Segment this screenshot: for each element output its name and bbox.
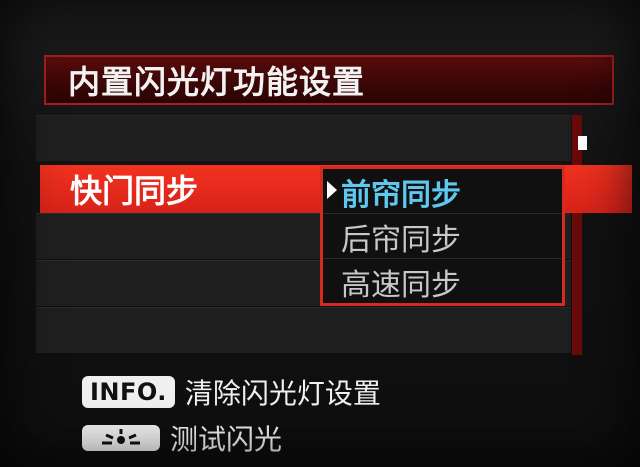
menu-title: 内置闪光灯功能设置 [68, 63, 366, 101]
option-label: 前帘同步 [341, 177, 461, 213]
menu-row-empty [36, 307, 571, 353]
help-info-row: INFO. 清除闪光灯设置 [82, 372, 381, 412]
help-info-text: 清除闪光灯设置 [184, 377, 381, 410]
scrollbar-thumb[interactable] [578, 136, 587, 150]
help-flash-row: 测试闪光 [82, 418, 282, 458]
info-button-icon: INFO. [82, 376, 175, 408]
menu-row-empty [36, 115, 571, 161]
option-label: 高速同步 [341, 267, 461, 303]
help-flash-text: 测试闪光 [170, 423, 283, 456]
option-rear-curtain-sync[interactable]: 后帘同步 [323, 214, 562, 259]
option-label: 后帘同步 [341, 222, 461, 258]
option-high-speed-sync[interactable]: 高速同步 [323, 259, 562, 304]
scrollbar-track[interactable] [572, 115, 582, 355]
selection-caret-icon [327, 181, 337, 199]
menu-row-label: 快门同步 [70, 172, 199, 210]
shutter-sync-options[interactable]: 前帘同步 后帘同步 高速同步 [320, 166, 565, 306]
flash-burst-icon [82, 425, 160, 451]
camera-lcd-screen: 内置闪光灯功能设置 快门同步 前帘同步 后帘同步 高速同步 INFO. 清除闪光… [0, 0, 640, 467]
menu-title-bar: 内置闪光灯功能设置 [44, 55, 614, 105]
option-front-curtain-sync[interactable]: 前帘同步 [323, 169, 562, 214]
